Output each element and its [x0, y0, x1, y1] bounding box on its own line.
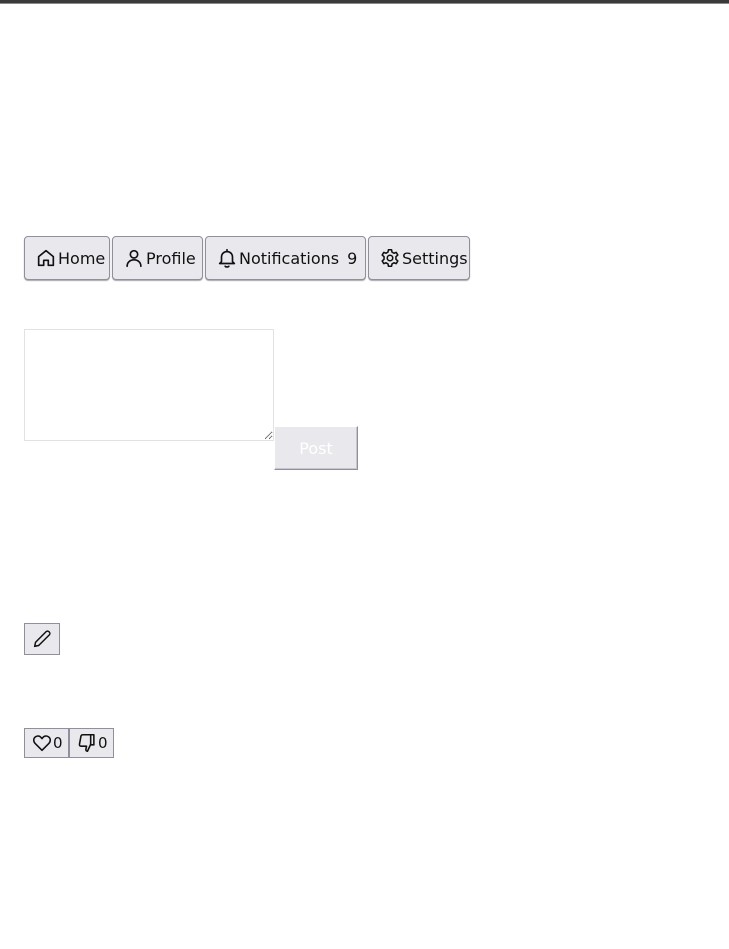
bell-icon — [216, 247, 238, 269]
like-count: 0 — [53, 734, 63, 752]
nav-notifications-button[interactable]: Notifications 9 — [205, 236, 366, 280]
post-composer-textarea[interactable] — [24, 329, 274, 441]
post-button[interactable]: Post — [274, 426, 358, 470]
thumbs-down-icon — [76, 732, 98, 754]
dislike-button[interactable]: 0 — [69, 728, 114, 758]
nav-settings-label: Settings — [402, 248, 468, 268]
nav-profile-label: Profile — [146, 248, 196, 268]
nav-settings-button[interactable]: Settings — [368, 236, 470, 280]
gear-icon — [379, 247, 401, 269]
user-icon — [123, 247, 145, 269]
nav-profile-button[interactable]: Profile — [112, 236, 203, 280]
like-button[interactable]: 0 — [24, 728, 69, 758]
window-top-border — [0, 0, 729, 4]
main-nav: Home Profile Notifications 9 Settings — [24, 236, 470, 280]
edit-button[interactable] — [24, 623, 60, 655]
nav-home-label: Home — [58, 248, 106, 268]
notifications-count-badge: 9 — [347, 248, 358, 268]
dislike-count: 0 — [98, 734, 108, 752]
heart-icon — [31, 732, 53, 754]
nav-notifications-label: Notifications — [239, 248, 340, 268]
pencil-icon — [31, 628, 53, 650]
home-icon — [35, 247, 57, 269]
reactions-bar: 0 0 — [24, 728, 114, 758]
nav-home-button[interactable]: Home — [24, 236, 110, 280]
